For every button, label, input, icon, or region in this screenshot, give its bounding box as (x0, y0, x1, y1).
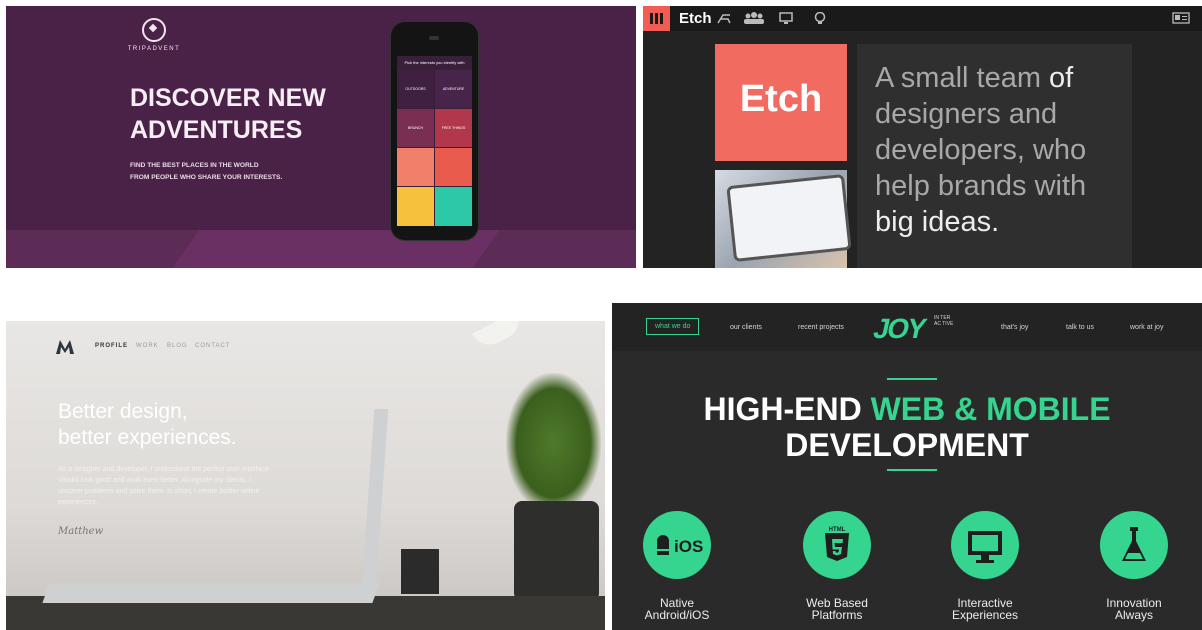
compass-icon (142, 18, 166, 42)
subtitle-line-1: FIND THE BEST PLACES IN THE WORLD (130, 162, 259, 169)
headline-line-2: DEVELOPMENT (785, 427, 1029, 463)
speaker-box (401, 549, 439, 594)
ios-text: iOS (674, 537, 703, 556)
phone-screen: Pick the interests you identify with OUT… (397, 56, 472, 226)
tagline-line-2: designers and (875, 98, 1058, 130)
team-icon[interactable] (744, 12, 764, 24)
deckchair-icon[interactable] (717, 12, 731, 24)
tile-7[interactable] (397, 187, 434, 226)
phone-speaker (429, 36, 439, 40)
nav-work[interactable]: WORK (136, 343, 159, 349)
etch-logo-tile[interactable]: Etch (715, 44, 847, 161)
subtitle: FIND THE BEST PLACES IN THE WORLD FROM P… (130, 160, 370, 184)
page-title: HIGH-END WEB & MOBILE DEVELOPMENT (612, 391, 1202, 463)
laptop-screen (361, 409, 389, 589)
tile-brunch[interactable]: BRUNCH (397, 109, 434, 147)
tile-adventure[interactable]: ADVENTURE (435, 70, 472, 108)
feature-label-2: Experiences (951, 608, 1019, 622)
plant-pot (514, 501, 599, 601)
tile-5[interactable] (397, 148, 434, 186)
feature-native[interactable]: iOS Native Android/iOS (617, 511, 737, 621)
html-text: HTML (829, 527, 846, 533)
tagline-line-5: big ideas. (875, 206, 1000, 238)
nav-contact[interactable]: CONTACT (195, 343, 231, 349)
feature-label-2: Platforms (811, 608, 863, 622)
brand-name[interactable]: Etch (679, 10, 712, 27)
m-logo-icon[interactable] (56, 340, 74, 354)
portfolio-screenshot: PROFILE WORK BLOG CONTACT Better design,… (6, 321, 605, 630)
tagline-part-b: of (1041, 62, 1074, 94)
page-title: DISCOVER NEW ADVENTURES (130, 82, 370, 146)
top-nav: what we do our clients recent projects J… (612, 303, 1202, 351)
nav-what-we-do[interactable]: what we do (646, 318, 700, 335)
monitor-icon (951, 511, 1019, 579)
tile-outdoors[interactable]: OUTDOORS (397, 70, 434, 108)
headline-line-1: Better design, (58, 400, 188, 423)
tablet-photo (715, 170, 852, 268)
laptop-base (42, 583, 380, 603)
subtitle-line-2: FROM PEOPLE WHO SHARE YOUR INTERESTS. (130, 174, 283, 181)
brand-name: TRIPADVENT (127, 46, 181, 52)
monitor-icon[interactable] (779, 12, 793, 24)
plant (506, 373, 601, 513)
tile-6[interactable] (435, 148, 472, 186)
menu-bar-2 (655, 13, 658, 24)
feature-interactive[interactable]: Interactive Experiences (925, 511, 1045, 621)
divider-top (887, 378, 937, 380)
feature-label-2: Android/iOS (644, 608, 710, 622)
tablet-screen (726, 174, 852, 262)
desk-lamp (472, 321, 526, 352)
signature: Matthew (58, 526, 104, 537)
feature-label: Web Based Platforms (777, 597, 897, 621)
android-ios-icon: iOS (643, 511, 711, 579)
top-bar: Etch (643, 6, 1202, 31)
headline-green: WEB & MOBILE (870, 391, 1111, 427)
tagline-line-1: A small team of (875, 60, 1135, 96)
tagline-line-4: help brands with (875, 170, 1087, 202)
html5-icon: HTML (803, 511, 871, 579)
contact-card-icon[interactable] (1172, 12, 1190, 24)
tagline-line-3: developers, who (875, 134, 1087, 166)
menu-button[interactable] (643, 6, 670, 31)
feature-innovation[interactable]: Innovation Always (1074, 511, 1194, 621)
tripadvent-logo[interactable]: TRIPADVENT (124, 18, 184, 52)
headline-line-1: HIGH-END WEB & MOBILE (612, 391, 1202, 427)
phone-header: Pick the interests you identify with (404, 60, 465, 65)
joy-screenshot: what we do our clients recent projects J… (612, 303, 1202, 630)
feature-label: Interactive Experiences (925, 597, 1045, 621)
headline-white: HIGH-END (703, 391, 871, 427)
menu-bar-3 (660, 13, 663, 24)
divider-bottom (887, 469, 937, 471)
feature-label-2: Always (1114, 608, 1153, 622)
head-icon[interactable] (813, 12, 827, 24)
feature-label: Native Android/iOS (617, 597, 737, 621)
nav-thats-joy[interactable]: that's joy (1001, 324, 1028, 331)
nav-profile[interactable]: PROFILE (95, 343, 128, 349)
headline-line-2: ADVENTURES (130, 116, 303, 144)
flask-icon (1100, 511, 1168, 579)
nav-our-clients[interactable]: our clients (730, 324, 762, 331)
tile-8[interactable] (435, 187, 472, 226)
phone-mockup: Pick the interests you identify with OUT… (391, 22, 478, 240)
tile-free-things[interactable]: FREE THINGS (435, 109, 472, 147)
logo-text: Etch (739, 78, 823, 120)
headline-line-2: better experiences. (58, 426, 237, 449)
tagline: A small team of designers and developers… (875, 60, 1135, 240)
feature-label: Innovation Always (1074, 597, 1194, 621)
page-title: Better design, better experiences. (58, 399, 358, 451)
joy-logo[interactable]: JOY (871, 313, 928, 345)
nav-talk-to-us[interactable]: talk to us (1066, 324, 1094, 331)
nav-blog[interactable]: BLOG (167, 343, 188, 349)
tagline-part-a: A small team (875, 62, 1041, 94)
tripadvent-screenshot: TRIPADVENT DISCOVER NEW ADVENTURES FIND … (6, 6, 636, 268)
nav-recent-projects[interactable]: recent projects (798, 324, 844, 331)
menu-bar-1 (650, 13, 653, 24)
intro-paragraph: As a designer and developer, I understan… (58, 466, 269, 506)
etch-screenshot: Etch Etch A small team of designers and … (643, 6, 1202, 268)
joy-logo-subtitle: IN TER AC TIVE (934, 315, 954, 327)
nav-work-at-joy[interactable]: work at joy (1130, 324, 1163, 331)
headline-line-1: DISCOVER NEW (130, 84, 326, 112)
feature-web[interactable]: HTML Web Based Platforms (777, 511, 897, 621)
